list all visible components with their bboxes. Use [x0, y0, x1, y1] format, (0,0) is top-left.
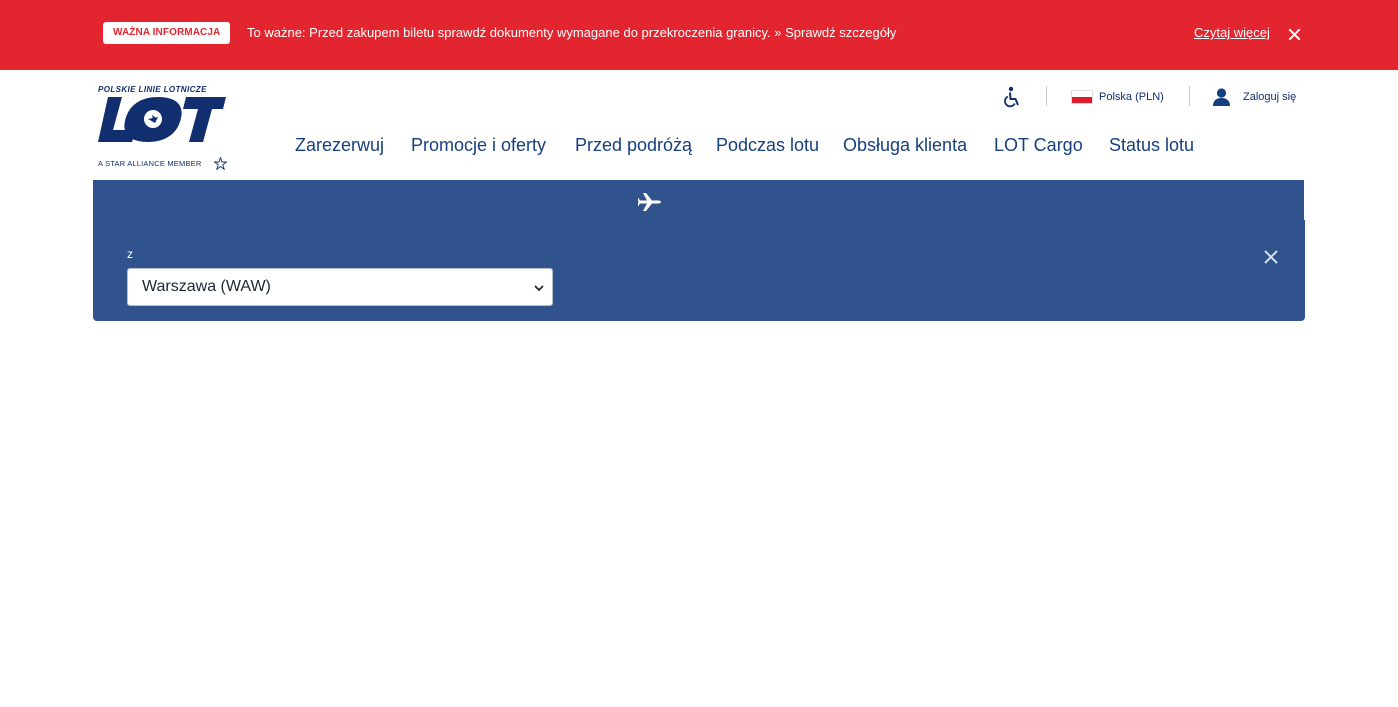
origin-value: Warszawa (WAW): [142, 278, 271, 295]
nav-item-during-flight[interactable]: Podczas lotu: [716, 134, 819, 156]
accessibility-icon: [1004, 86, 1019, 108]
accessibility-button[interactable]: [1002, 84, 1024, 110]
language-label: Polska (PLN): [1099, 91, 1164, 103]
main-navigation: Zarezerwuj Promocje i oferty Przed podró…: [0, 134, 1398, 158]
star-alliance-icon: [214, 157, 227, 170]
nav-item-customer-service[interactable]: Obsługa klienta: [843, 134, 967, 156]
nav-item-flight-status[interactable]: Status lotu: [1109, 134, 1194, 156]
login-button[interactable]: Zaloguj się: [1212, 84, 1296, 110]
nav-item-before-travel[interactable]: Przed podróżą: [575, 134, 692, 156]
alert-close-button[interactable]: [1286, 26, 1303, 43]
alert-banner: WAŻNA INFORMACJA To ważne: Przed zakupem…: [0, 0, 1398, 70]
logo-tagline-top: POLSKIE LINIE LOTNICZE: [98, 85, 207, 94]
close-icon: [1264, 250, 1278, 264]
flight-tab[interactable]: [637, 192, 662, 212]
nav-item-promotions[interactable]: Promocje i oferty: [411, 134, 546, 156]
user-icon: [1213, 88, 1230, 106]
poland-flag-icon: [1071, 90, 1093, 104]
language-selector[interactable]: Polska (PLN): [1071, 84, 1164, 110]
read-more-link[interactable]: Czytaj więcej: [1194, 24, 1270, 42]
alert-message[interactable]: To ważne: Przed zakupem biletu sprawdź d…: [247, 24, 896, 42]
logo-tagline-bottom: A STAR ALLIANCE MEMBER: [98, 159, 202, 168]
close-icon: [1288, 28, 1301, 41]
chevron-down-icon: [534, 285, 544, 292]
airplane-icon: [637, 193, 661, 211]
divider: [1046, 86, 1047, 106]
booking-panel: z Warszawa (WAW): [93, 180, 1306, 321]
nav-item-book[interactable]: Zarezerwuj: [295, 134, 384, 156]
panel-close-button[interactable]: [1263, 249, 1279, 265]
origin-select[interactable]: Warszawa (WAW): [127, 268, 553, 306]
alert-badge: WAŻNA INFORMACJA: [103, 22, 231, 44]
nav-item-lot-cargo[interactable]: LOT Cargo: [994, 134, 1083, 156]
panel-notch: [1304, 180, 1306, 220]
divider: [1189, 86, 1190, 106]
lot-logo[interactable]: POLSKIE LINIE LOTNICZE A STAR ALLIANCE M…: [98, 85, 228, 173]
login-label: Zaloguj się: [1243, 91, 1297, 103]
from-label: z: [127, 247, 133, 261]
